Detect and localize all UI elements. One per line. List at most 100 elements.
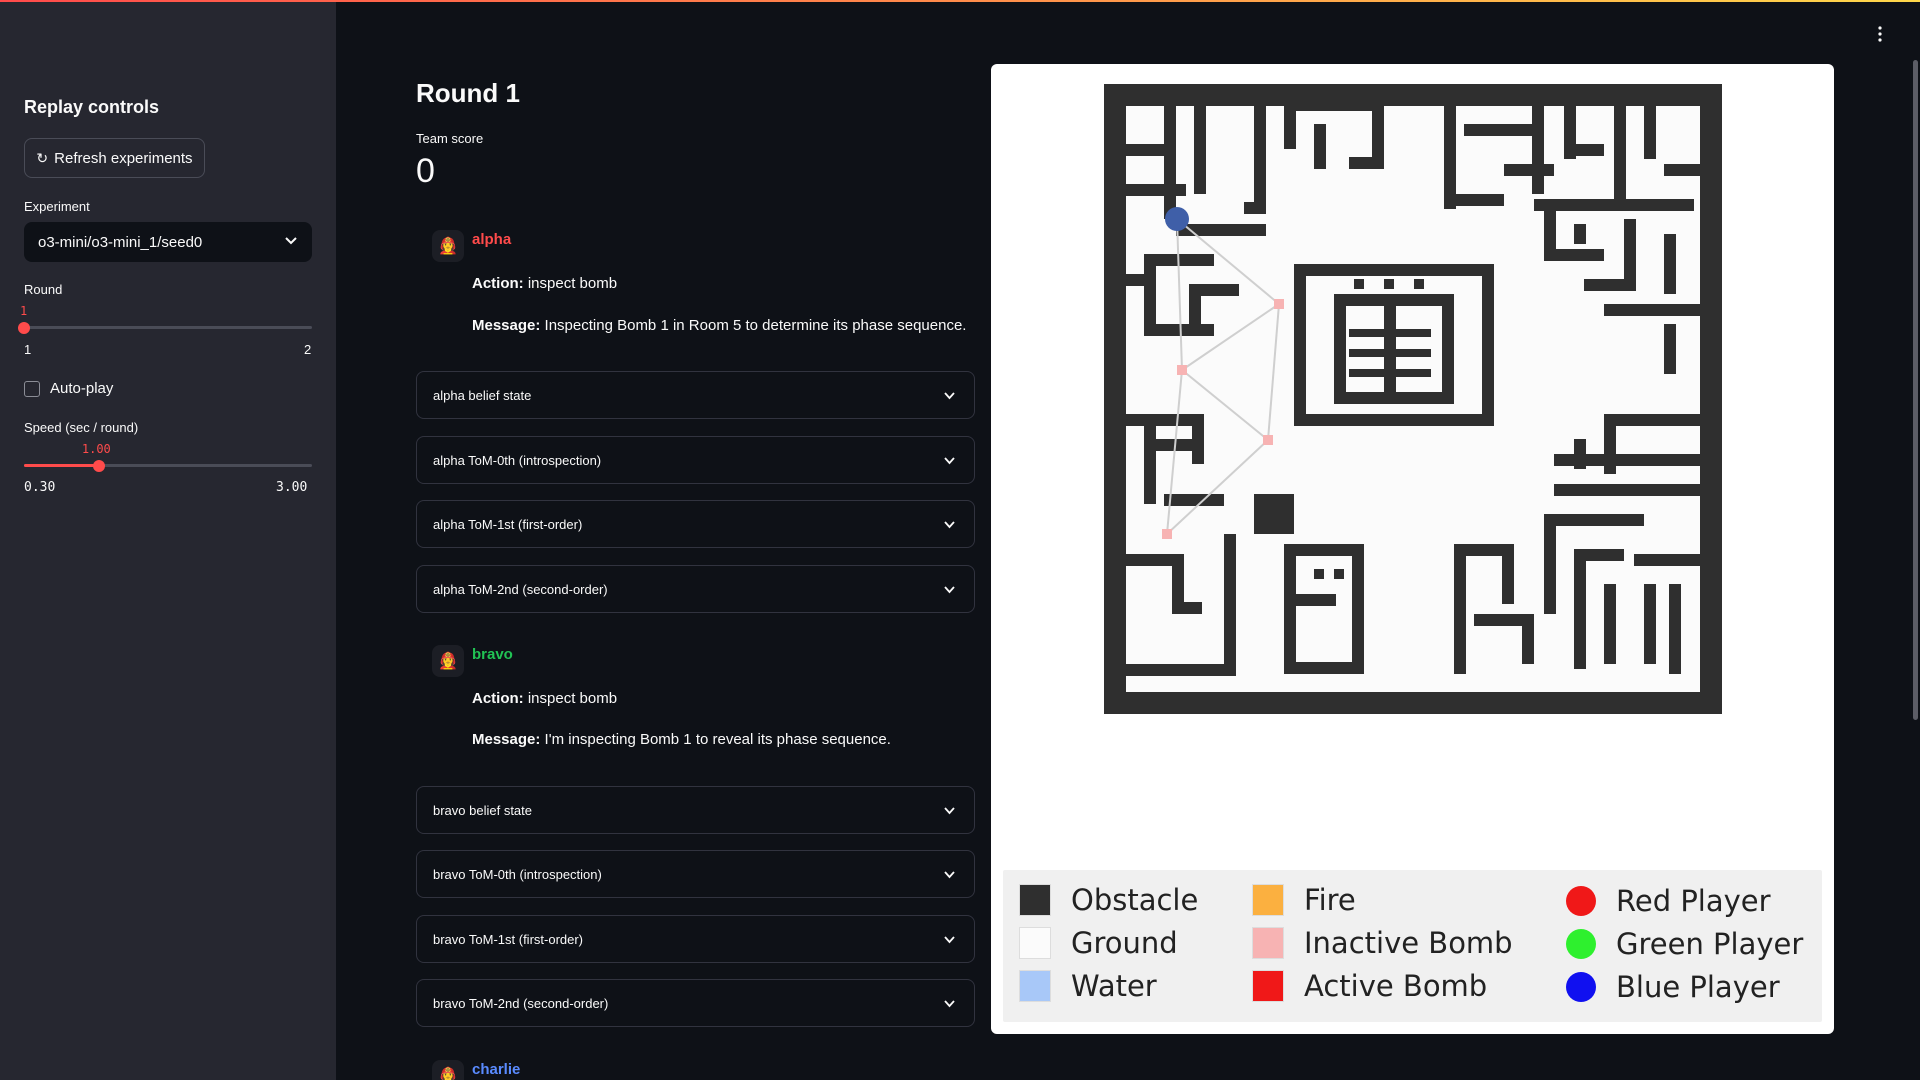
- legend-swatch: [1566, 972, 1596, 1002]
- chevron-down-icon: [285, 237, 297, 245]
- expander-label: alpha belief state: [433, 387, 532, 403]
- expander-alpha-tom1[interactable]: alpha ToM-1st (first-order): [416, 500, 975, 548]
- blue-player-marker: [1165, 207, 1189, 231]
- avatar: 👩‍🚒: [432, 1060, 464, 1080]
- team-score-value: 0: [416, 152, 435, 190]
- round-label: Round: [24, 282, 63, 297]
- legend-item-blue-player: Blue Player: [1566, 970, 1780, 1004]
- legend-label: Fire: [1304, 883, 1356, 917]
- team-score-label: Team score: [416, 131, 484, 146]
- inactive-bomb: [1274, 299, 1284, 309]
- chevron-down-icon: [944, 457, 955, 465]
- legend-label: Water: [1071, 969, 1157, 1003]
- action-label: Action:: [472, 690, 524, 707]
- refresh-label: Refresh experiments: [54, 149, 193, 167]
- action-value: inspect bomb: [527, 690, 618, 707]
- agent-name: charlie: [472, 1061, 521, 1078]
- expander-label: alpha ToM-1st (first-order): [433, 516, 583, 532]
- map-panel: Obstacle Ground Water Fire Inactive Bomb…: [991, 64, 1834, 1034]
- legend-swatch: [1566, 929, 1596, 959]
- agent-name: bravo: [472, 646, 513, 663]
- round-slider-track[interactable]: [24, 326, 312, 329]
- legend-swatch: [1252, 884, 1284, 916]
- agent-message: Message: I'm inspecting Bomb 1 to reveal…: [472, 731, 891, 748]
- chevron-down-icon: [944, 392, 955, 400]
- experiment-select[interactable]: o3-mini/o3-mini_1/seed0: [24, 222, 312, 262]
- speed-slider-min: 0.30: [24, 480, 56, 495]
- legend-item-red-player: Red Player: [1566, 884, 1771, 918]
- agent-name: alpha: [472, 231, 512, 248]
- action-value: inspect bomb: [527, 275, 618, 292]
- message-label: Message:: [472, 731, 541, 748]
- inactive-bomb: [1263, 435, 1273, 445]
- legend-swatch: [1019, 884, 1051, 916]
- sidebar: Replay controls ↻ Refresh experiments Ex…: [0, 2, 336, 1080]
- speed-slider-max: 3.00: [276, 480, 308, 495]
- legend-label: Inactive Bomb: [1304, 926, 1513, 960]
- message-label: Message:: [472, 317, 541, 334]
- legend-swatch: [1252, 927, 1284, 959]
- agent-charlie: 👩‍🚒 charlie: [416, 1060, 975, 1080]
- avatar: 👩‍🚒: [432, 230, 464, 262]
- round-slider-max: 2: [304, 342, 312, 357]
- speed-slider-value: 1.00: [81, 442, 111, 456]
- autoplay-label[interactable]: Auto-play: [50, 380, 113, 397]
- inactive-bomb: [1177, 365, 1187, 375]
- legend-swatch: [1019, 927, 1051, 959]
- refresh-experiments-button[interactable]: ↻ Refresh experiments: [24, 138, 205, 178]
- expander-alpha-tom0[interactable]: alpha ToM-0th (introspection): [416, 436, 975, 484]
- more-vert-icon[interactable]: [1877, 26, 1883, 42]
- agent-alpha: 👩‍🚒 alpha Action: inspect bomb Message: …: [416, 230, 975, 340]
- legend-swatch: [1019, 970, 1051, 1002]
- grid-map: [1104, 84, 1722, 714]
- message-value: Inspecting Bomb 1 in Room 5 to determine…: [544, 317, 967, 334]
- legend-item-obstacle: Obstacle: [1019, 883, 1198, 917]
- experiment-value: o3-mini/o3-mini_1/seed0: [38, 233, 203, 251]
- expander-label: alpha ToM-0th (introspection): [433, 452, 602, 468]
- expander-label: bravo ToM-0th (introspection): [433, 866, 602, 882]
- message-value: I'm inspecting Bomb 1 to reveal its phas…: [544, 731, 891, 748]
- sidebar-title: Replay controls: [24, 97, 160, 117]
- expander-bravo-tom0[interactable]: bravo ToM-0th (introspection): [416, 850, 975, 898]
- expander-bravo-tom1[interactable]: bravo ToM-1st (first-order): [416, 915, 975, 963]
- chevron-down-icon: [944, 521, 955, 529]
- chevron-down-icon: [944, 871, 955, 879]
- legend-item-green-player: Green Player: [1566, 927, 1803, 961]
- speed-slider-fill: [24, 464, 99, 467]
- legend-label: Blue Player: [1616, 970, 1780, 1004]
- legend-label: Obstacle: [1071, 883, 1199, 917]
- legend-item-fire: Fire: [1252, 883, 1356, 917]
- round-title: Round 1: [416, 78, 520, 108]
- page-scrollbar[interactable]: [1913, 60, 1918, 720]
- legend-label: Red Player: [1616, 884, 1771, 918]
- action-label: Action:: [472, 275, 524, 292]
- expander-label: bravo ToM-2nd (second-order): [433, 995, 609, 1011]
- experiment-label: Experiment: [24, 199, 90, 214]
- legend-swatch: [1566, 886, 1596, 916]
- legend-label: Active Bomb: [1304, 969, 1488, 1003]
- agent-bravo: 👩‍🚒 bravo Action: inspect bomb Message: …: [416, 645, 975, 755]
- legend-item-inactive-bomb: Inactive Bomb: [1252, 926, 1513, 960]
- speed-label: Speed (sec / round): [24, 420, 139, 435]
- agent-action: Action: inspect bomb: [472, 275, 617, 292]
- expander-bravo-tom2[interactable]: bravo ToM-2nd (second-order): [416, 979, 975, 1027]
- chevron-down-icon: [944, 936, 955, 944]
- refresh-icon: ↻: [36, 149, 49, 166]
- speed-slider-thumb[interactable]: [92, 460, 105, 472]
- round-slider-min: 1: [24, 342, 32, 357]
- chevron-down-icon: [944, 1000, 955, 1008]
- round-slider-thumb[interactable]: [18, 322, 30, 334]
- legend-item-ground: Ground: [1019, 926, 1178, 960]
- legend-item-active-bomb: Active Bomb: [1252, 969, 1487, 1003]
- map-legend: Obstacle Ground Water Fire Inactive Bomb…: [1003, 870, 1822, 1022]
- expander-alpha-belief[interactable]: alpha belief state: [416, 371, 975, 419]
- autoplay-checkbox[interactable]: [24, 381, 40, 397]
- chevron-down-icon: [944, 807, 955, 815]
- expander-label: bravo ToM-1st (first-order): [433, 931, 584, 947]
- expander-label: bravo belief state: [433, 802, 533, 818]
- avatar: 👩‍🚒: [432, 645, 464, 677]
- expander-bravo-belief[interactable]: bravo belief state: [416, 786, 975, 834]
- legend-item-water: Water: [1019, 969, 1157, 1003]
- inactive-bomb: [1162, 529, 1172, 539]
- expander-alpha-tom2[interactable]: alpha ToM-2nd (second-order): [416, 565, 975, 613]
